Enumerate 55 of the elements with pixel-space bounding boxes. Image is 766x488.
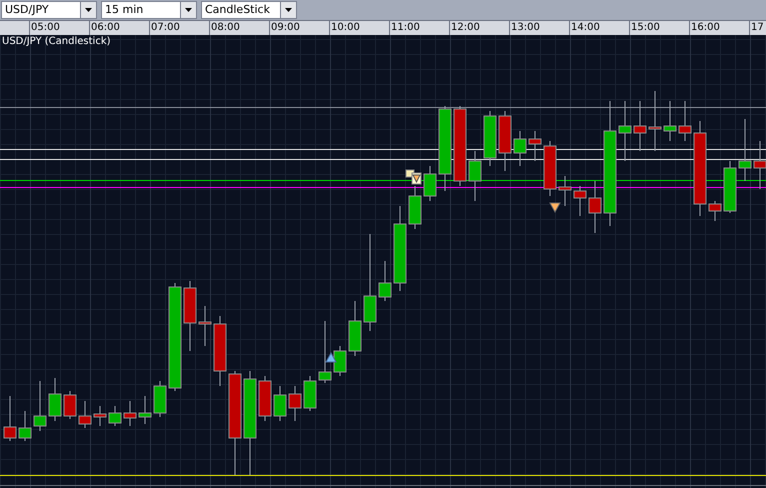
dropdown-arrow-button[interactable]: [281, 1, 297, 19]
candle: [4, 396, 16, 441]
candle: [258, 376, 272, 421]
candle: [348, 301, 362, 356]
down-triangle-icon: [549, 202, 561, 214]
candle: [558, 176, 572, 206]
caret-icon: [185, 8, 192, 12]
candle: [528, 131, 542, 161]
caret-icon: [285, 8, 292, 12]
caret-icon: [85, 8, 92, 12]
candle: [48, 378, 62, 421]
candle: [318, 321, 332, 383]
candle: [468, 151, 482, 201]
candle: [648, 91, 662, 151]
candle: [574, 186, 586, 216]
candle: [634, 101, 646, 151]
candle: [304, 376, 316, 411]
dropdown[interactable]: CandleStick: [201, 1, 281, 19]
candle: [618, 101, 632, 161]
dropdown-arrow-button[interactable]: [81, 1, 97, 19]
candle: [678, 101, 692, 141]
candle: [408, 186, 422, 229]
chart-title: USD/JPY (Candlestick): [2, 35, 111, 48]
candle: [198, 306, 212, 346]
up-triangle-icon: [325, 352, 337, 362]
trade-marker-icon: [406, 170, 422, 184]
candle: [664, 101, 676, 141]
candle: [108, 406, 122, 426]
candle: [738, 119, 752, 181]
candle: [274, 386, 286, 421]
candle: [708, 201, 722, 221]
candle: [94, 406, 106, 426]
dropdown[interactable]: 15 min: [101, 1, 181, 19]
candle: [138, 396, 152, 424]
candle: [214, 316, 226, 386]
candle: [154, 381, 166, 417]
candle: [424, 166, 436, 201]
candle: [724, 161, 736, 213]
candle: [484, 111, 496, 166]
candle: [288, 386, 302, 421]
candle: [544, 141, 556, 196]
candle: [588, 181, 602, 233]
candle: [18, 411, 32, 441]
candle: [64, 391, 76, 419]
candle: [498, 111, 512, 171]
dropdown-arrow-button[interactable]: [181, 1, 197, 19]
candle: [78, 401, 92, 428]
candle: [378, 261, 392, 301]
candle: [334, 346, 346, 376]
candle: [754, 141, 766, 189]
candle: [514, 131, 526, 166]
candle: [184, 281, 196, 351]
candle: [124, 401, 136, 426]
dropdown[interactable]: USD/JPY: [1, 1, 81, 19]
candle: [34, 381, 46, 431]
